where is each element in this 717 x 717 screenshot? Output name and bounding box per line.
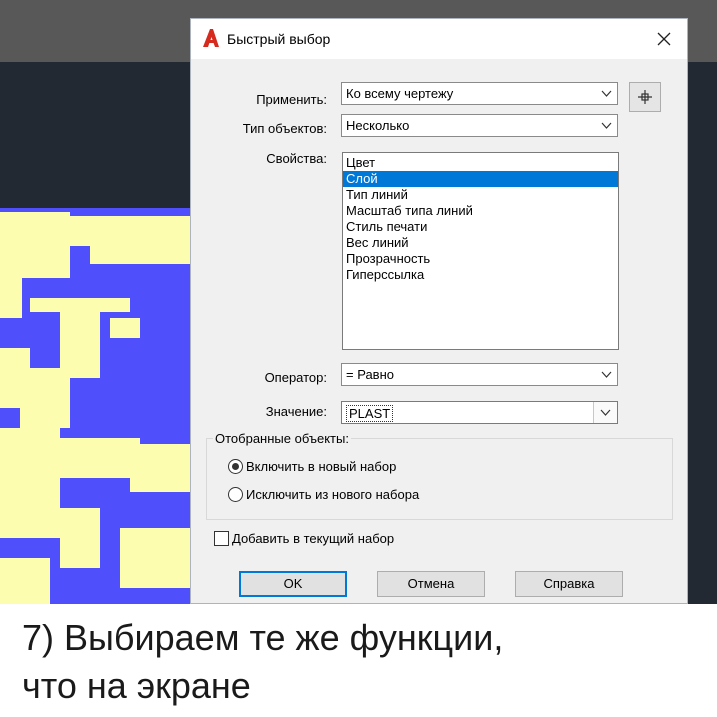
chevron-down-icon — [601, 371, 612, 378]
include-radio-option[interactable]: Включить в новый набор — [228, 459, 396, 474]
property-item[interactable]: Стиль печати — [343, 219, 618, 235]
drawing-canvas[interactable] — [0, 208, 192, 604]
append-checkbox[interactable] — [214, 531, 229, 546]
dialog-title: Быстрый выбор — [227, 31, 331, 47]
exclude-radio[interactable] — [228, 487, 243, 502]
property-item[interactable]: Вес линий — [343, 235, 618, 251]
include-label: Включить в новый набор — [246, 459, 397, 474]
property-item[interactable]: Гиперссылка — [343, 267, 618, 283]
quick-select-dialog: Быстрый выбор Применить: Ко всему чертеж… — [190, 18, 688, 604]
exclude-radio-option[interactable]: Исключить из нового набора — [228, 487, 419, 502]
operator-dropdown[interactable]: = Равно — [341, 363, 618, 386]
exclude-label: Исключить из нового набора — [246, 487, 420, 502]
property-item[interactable]: Тип линий — [343, 187, 618, 203]
object-type-value: Несколько — [346, 118, 410, 133]
selected-objects-legend: Отобранные объекты: — [213, 431, 351, 446]
apply-to-dropdown[interactable]: Ко всему чертежу — [341, 82, 618, 105]
caption-line-2: что на экране — [22, 665, 251, 706]
operator-value: = Равно — [346, 367, 394, 382]
include-radio[interactable] — [228, 459, 243, 474]
cancel-button[interactable]: Отмена — [377, 571, 485, 597]
operator-label: Оператор: — [264, 370, 327, 385]
object-type-label: Тип объектов: — [242, 121, 327, 136]
select-objects-button[interactable] — [629, 82, 661, 112]
help-button[interactable]: Справка — [515, 571, 623, 597]
value-dropdown-button[interactable] — [593, 402, 617, 423]
selected-objects-group — [206, 438, 673, 520]
autocad-app-icon — [203, 29, 219, 47]
append-label: Добавить в текущий набор — [232, 531, 395, 546]
crosshair-pick-icon — [638, 90, 652, 104]
properties-listbox[interactable]: Цвет Слой Тип линий Масштаб типа линий С… — [342, 152, 619, 350]
chevron-down-icon — [600, 409, 611, 416]
apply-to-value: Ко всему чертежу — [346, 86, 454, 101]
value-label: Значение: — [265, 404, 327, 419]
property-item-selected[interactable]: Слой — [343, 171, 618, 187]
apply-to-label: Применить: — [256, 92, 327, 107]
chevron-down-icon — [601, 122, 612, 129]
object-type-dropdown[interactable]: Несколько — [341, 114, 618, 137]
properties-label: Свойства: — [266, 151, 327, 166]
value-combobox[interactable]: PLAST — [341, 401, 618, 424]
property-item[interactable]: Масштаб типа линий — [343, 203, 618, 219]
chevron-down-icon — [601, 90, 612, 97]
value-input[interactable]: PLAST — [346, 405, 394, 422]
instruction-caption: 7) Выбираем те же функции, что на экране — [22, 614, 503, 710]
dialog-titlebar[interactable]: Быстрый выбор — [191, 19, 687, 59]
caption-line-1: 7) Выбираем те же функции, — [22, 617, 504, 658]
ok-button[interactable]: OK — [239, 571, 347, 597]
property-item[interactable]: Цвет — [343, 155, 618, 171]
close-icon[interactable] — [653, 28, 675, 50]
append-checkbox-option[interactable]: Добавить в текущий набор — [214, 531, 394, 546]
property-item[interactable]: Прозрачность — [343, 251, 618, 267]
